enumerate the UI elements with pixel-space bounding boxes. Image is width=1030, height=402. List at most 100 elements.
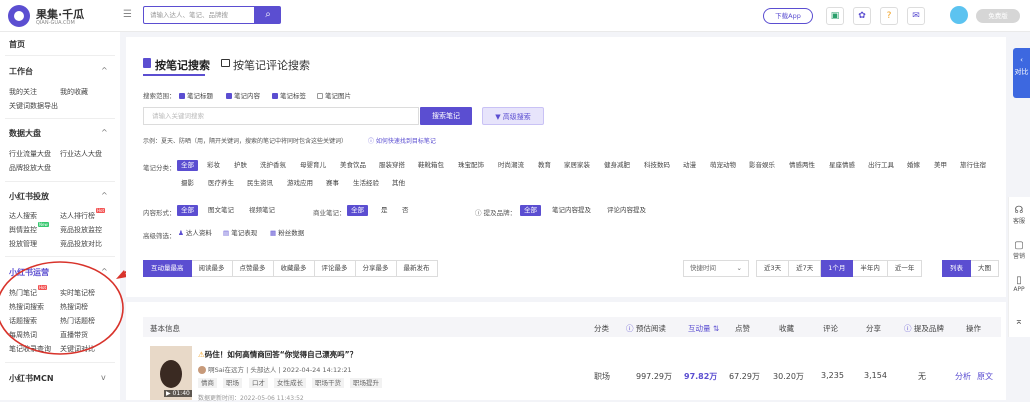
category-chip[interactable]: 星座情感 (829, 160, 855, 171)
category-chip[interactable]: 服装穿搭 (379, 160, 405, 171)
sidebar-item-compare[interactable]: 竞品投放对比 (60, 239, 102, 249)
th-interact[interactable]: 互动量 ⇅ (688, 323, 719, 334)
tab-note-search[interactable]: 按笔记搜索 (155, 57, 210, 73)
category-chip[interactable]: 萌宠动物 (710, 160, 736, 171)
category-chip[interactable]: 美食饮品 (340, 160, 366, 171)
category-chip[interactable]: 护肤 (234, 160, 247, 171)
sort-button[interactable]: 点赞最多 (232, 260, 274, 277)
category-chip[interactable]: 鞋靴箱包 (418, 160, 444, 171)
note-tag[interactable]: 情商 (198, 378, 217, 388)
sidebar-item-index[interactable]: 笔记收录查询 (9, 344, 51, 354)
message-icon[interactable]: ✉ (907, 7, 925, 25)
brand-all-chip[interactable]: 全部 (520, 205, 541, 216)
sidebar-item-export[interactable]: 关键词数据导出 (9, 101, 58, 111)
category-chip[interactable]: 婚嫁 (907, 160, 920, 171)
category-chip[interactable]: 教育 (538, 160, 551, 171)
period-button[interactable]: 1个月 (821, 260, 854, 277)
commercial-no-chip[interactable]: 否 (402, 205, 409, 216)
category-chip[interactable]: 全部 (177, 160, 198, 171)
category-chip[interactable]: 母婴育儿 (300, 160, 326, 171)
note-title[interactable]: ⚠码住！如何高情商回答“你觉得自己漂亮吗”？ (198, 349, 357, 360)
brand-content-chip[interactable]: 笔记内容提及 (552, 205, 591, 216)
category-chip[interactable]: 出行工具 (868, 160, 894, 171)
app-button[interactable]: ▯ APP (1008, 275, 1030, 293)
category-chip[interactable]: 家居家装 (564, 160, 590, 171)
scope-title-checkbox[interactable]: 笔记标题 (179, 90, 213, 100)
tab-comment-search[interactable]: 按笔记评论搜索 (233, 57, 310, 73)
sort-button[interactable]: 互动量最高 (143, 260, 192, 277)
global-search-input[interactable]: 请输入达人、笔记、品牌搜 (143, 6, 255, 24)
search-notes-button[interactable]: 搜索笔记 (420, 107, 472, 125)
sort-button[interactable]: 最新发布 (396, 260, 438, 277)
sidebar-item-hotword-rank[interactable]: 热搜词榜 (60, 302, 88, 312)
category-chip[interactable]: 珠宝配饰 (458, 160, 484, 171)
category-chip[interactable]: 影音娱乐 (749, 160, 775, 171)
sidebar-item-brand[interactable]: 品牌投放大盘 (9, 163, 51, 173)
note-tag[interactable]: 职场提升 (350, 378, 382, 388)
group-dashboard[interactable]: 数据大盘 (9, 128, 41, 139)
sidebar-item-live[interactable]: 直播带货 (60, 330, 88, 340)
avatar[interactable] (950, 6, 968, 24)
category-chip[interactable]: 美甲 (934, 160, 947, 171)
sidebar-item-topic-rank[interactable]: 热门话题榜 (60, 316, 95, 326)
chevron-up-icon[interactable]: ^ (101, 191, 108, 200)
logo-icon[interactable] (8, 5, 30, 27)
sidebar-item-sentiment[interactable]: 舆情监控 (9, 225, 37, 235)
note-tag[interactable]: 职场干货 (312, 378, 344, 388)
vip-badge[interactable]: 免费版 (976, 9, 1020, 23)
category-chip[interactable]: 健身减肥 (604, 160, 630, 171)
example-help-link[interactable]: ⓘ 如何快速找到目标笔记 (368, 136, 436, 145)
category-chip[interactable]: 赛事 (326, 178, 339, 189)
view-button[interactable]: 大图 (971, 260, 999, 277)
advanced-search-button[interactable]: ▼ 高级搜索 (482, 107, 544, 125)
group-xhs-ads[interactable]: 小红书投放 (9, 191, 49, 202)
sidebar-item-hot-notes[interactable]: 热门笔记 (9, 288, 37, 298)
category-chip[interactable]: 民生资讯 (247, 178, 273, 189)
sidebar-item-follow[interactable]: 我的关注 (9, 87, 37, 97)
sidebar-item-kol-rank[interactable]: 达人排行榜 (60, 211, 95, 221)
scope-tag-checkbox[interactable]: 笔记标签 (272, 90, 306, 100)
filter-note-performance[interactable]: ▤ 笔记表现 (223, 228, 257, 239)
category-chip[interactable]: 其他 (392, 178, 405, 189)
form-video-chip[interactable]: 视频笔记 (249, 205, 275, 216)
sidebar-item-kol-search[interactable]: 达人搜索 (9, 211, 37, 221)
sidebar-item-home[interactable]: 首页 (9, 39, 25, 50)
group-workbench[interactable]: 工作台 (9, 66, 33, 77)
category-chip[interactable]: 科技数码 (644, 160, 670, 171)
quick-time-select[interactable]: 快捷时间 ⌄ (683, 260, 749, 277)
form-all-chip[interactable]: 全部 (177, 205, 198, 216)
sidebar-item-industry-kol[interactable]: 行业达人大盘 (60, 149, 102, 159)
commercial-all-chip[interactable]: 全部 (347, 205, 368, 216)
th-fav[interactable]: 收藏 (779, 323, 794, 334)
category-chip[interactable]: 生活经验 (353, 178, 379, 189)
download-app-button[interactable]: 下载App (763, 8, 813, 24)
category-chip[interactable]: 情感两性 (789, 160, 815, 171)
form-image-chip[interactable]: 图文笔记 (208, 205, 234, 216)
sidebar-item-hotword-search[interactable]: 热搜词搜索 (9, 302, 44, 312)
original-link[interactable]: 原文 (977, 371, 993, 382)
brand-comment-chip[interactable]: 评论内容提及 (607, 205, 646, 216)
scope-content-checkbox[interactable]: 笔记内容 (226, 90, 260, 100)
shop-icon[interactable]: ▣ (826, 7, 844, 25)
category-chip[interactable]: 时尚潮流 (498, 160, 524, 171)
group-xhs-ops[interactable]: 小红书运营 (9, 267, 49, 278)
th-like[interactable]: 点赞 (735, 323, 750, 334)
help-icon[interactable]: ? (880, 7, 898, 25)
filter-kol-profile[interactable]: ♟ 达人资料 (178, 228, 212, 239)
service-button[interactable]: ☊ 客服 (1008, 205, 1030, 225)
back-to-top-icon[interactable]: ⌅ (1008, 316, 1030, 327)
compare-tab[interactable]: ‹ 对比 (1013, 48, 1030, 98)
sidebar-item-competitor[interactable]: 竞品投放监控 (60, 225, 102, 235)
sidebar-item-favorites[interactable]: 我的收藏 (60, 87, 88, 97)
category-chip[interactable]: 医疗养生 (208, 178, 234, 189)
period-button[interactable]: 半年内 (853, 260, 888, 277)
view-button[interactable]: 列表 (942, 260, 971, 277)
menu-toggle-icon[interactable]: ☰ (123, 9, 133, 21)
category-chip[interactable]: 游戏应用 (287, 178, 313, 189)
th-share[interactable]: 分享 (866, 323, 881, 334)
note-tag[interactable]: 职场 (223, 378, 242, 388)
th-comment[interactable]: 评论 (823, 323, 838, 334)
sidebar-item-keyword-compare[interactable]: 关键词对比 (60, 344, 95, 354)
analyze-link[interactable]: 分析 (955, 371, 971, 382)
note-tag[interactable]: 女性成长 (274, 378, 306, 388)
